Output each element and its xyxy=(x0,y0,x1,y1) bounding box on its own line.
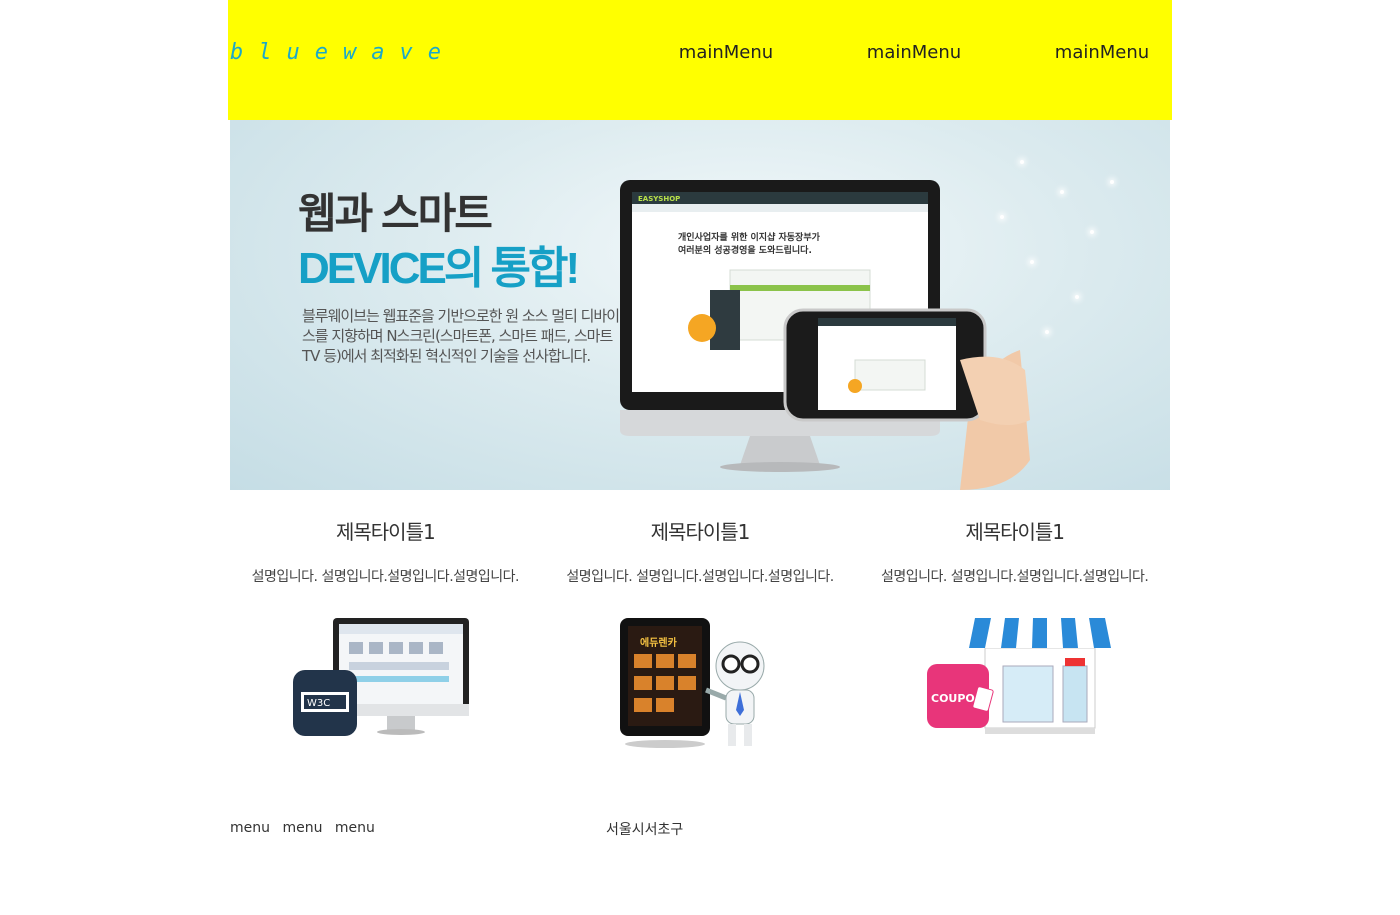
footer-address: 서울시서초구 xyxy=(606,822,684,838)
w3c-monitor-icon: W3C xyxy=(293,618,470,736)
smartphone-illustration xyxy=(783,308,1030,490)
footer-menu: menu menu menu xyxy=(230,820,383,836)
page-wrapper: bluewave mainMenu mainMenu mainMenu 웹과 스… xyxy=(228,0,1172,748)
feature-description: 설명입니다. 설명입니다.설명입니다.설명입니다. xyxy=(566,569,834,585)
logo[interactable]: bluewave xyxy=(230,40,456,65)
hero-banner: 웹과 스마트 DEVICE의 통합! 블루웨이브는 웹표준을 기반으로한 원 소… xyxy=(230,120,1170,490)
tablet-character-icon: 에듀렌카 xyxy=(620,618,765,748)
feature-section: 제목타이틀1 설명입니다. 설명입니다.설명입니다.설명입니다. W3C 제목타… xyxy=(228,490,1172,770)
feature-title: 제목타이틀1 xyxy=(965,520,1065,544)
footer-menu-item[interactable]: menu xyxy=(282,820,322,836)
feature-description: 설명입니다. 설명입니다.설명입니다.설명입니다. xyxy=(251,569,520,585)
monitor-headline-1: 개인사업자를 위한 이지샵 자동장부가 xyxy=(678,231,821,243)
w3c-badge-text: W3C xyxy=(307,698,330,709)
feature-title: 제목타이틀1 xyxy=(335,520,436,544)
device-illustration: EASYSHOP 개인사업자를 위한 이지샵 자동장부가 여러분의 성공경영을 … xyxy=(620,180,1030,490)
monitor-headline-2: 여러분의 성공경영을 도와드립니다. xyxy=(678,244,812,256)
nav-main-menu-3[interactable]: mainMenu xyxy=(1008,42,1196,63)
nav-main-menu-2[interactable]: mainMenu xyxy=(820,42,1008,63)
shop-coupon-icon: COUPON xyxy=(926,618,1111,734)
feature-card-1[interactable]: 제목타이틀1 설명입니다. 설명입니다.설명입니다.설명입니다. W3C xyxy=(228,490,543,770)
feature-description: 설명입니다. 설명입니다.설명입니다.설명입니다. xyxy=(880,569,1149,585)
feature-title: 제목타이틀1 xyxy=(650,520,751,544)
tablet-app-title: 에듀렌카 xyxy=(640,636,678,649)
main-nav: mainMenu mainMenu mainMenu xyxy=(632,42,1196,63)
site-header: bluewave mainMenu mainMenu mainMenu xyxy=(228,0,1172,120)
nav-main-menu-1[interactable]: mainMenu xyxy=(632,42,820,63)
feature-card-3[interactable]: 제목타이틀1 설명입니다. 설명입니다.설명입니다.설명입니다. COUPON xyxy=(857,490,1172,770)
footer-menu-item[interactable]: menu xyxy=(335,820,375,836)
feature-card-2[interactable]: 제목타이틀1 설명입니다. 설명입니다.설명입니다.설명입니다. 에듀렌카 xyxy=(543,490,858,770)
monitor-brand: EASYSHOP xyxy=(638,195,680,203)
footer-menu-item[interactable]: menu xyxy=(230,820,270,836)
